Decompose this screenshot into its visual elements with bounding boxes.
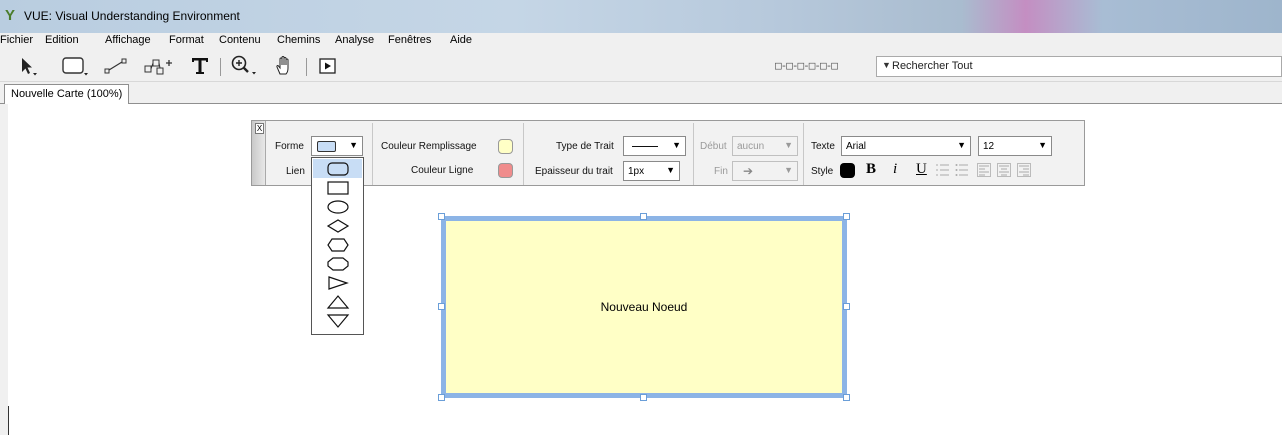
start-label: Début (700, 141, 727, 152)
menu-fichier[interactable]: Fichier (0, 34, 33, 46)
align-left-icon[interactable] (977, 163, 991, 180)
menu-edition[interactable]: Edition (45, 34, 79, 46)
shape-dropdown[interactable]: ▼ (311, 136, 363, 156)
end-label: Fin (714, 166, 728, 177)
style-label: Style (811, 166, 834, 177)
stroke-type-dropdown[interactable]: ▼ (623, 136, 686, 156)
chevron-down-icon: ▼ (784, 165, 793, 175)
text-color-swatch[interactable] (840, 163, 855, 178)
fill-color-label: Couleur Remplissage (381, 141, 477, 152)
search-input[interactable]: ▼ Rechercher Tout (876, 56, 1282, 77)
font-family-value: Arial (846, 141, 867, 152)
map-node[interactable]: Nouveau Noeud (441, 216, 847, 398)
menu-aide[interactable]: Aide (450, 34, 472, 46)
resize-handle[interactable] (640, 394, 647, 401)
arrow-start-value: aucun (737, 141, 765, 152)
arrow-start-dropdown: aucun ▼ (732, 136, 798, 156)
shape-option-ellipse[interactable] (313, 197, 362, 216)
shape-option-hexagon[interactable] (313, 235, 362, 254)
menu-chemins[interactable]: Chemins (277, 34, 320, 46)
layout-buttons-icon[interactable]: □-□-□-□-□-□ (775, 59, 838, 72)
chevron-down-icon: ▼ (957, 140, 966, 150)
resize-handle[interactable] (843, 213, 850, 220)
toolbar-separator (220, 58, 221, 76)
forme-label: Forme (275, 141, 304, 152)
text-caret (8, 406, 9, 435)
shape-option-rounded-rectangle[interactable] (313, 159, 362, 178)
zoom-tool-icon[interactable] (228, 54, 260, 78)
stroke-width-value: 1px (628, 166, 645, 177)
search-dropdown-icon[interactable]: ▼ (882, 60, 891, 70)
shape-dropdown-menu (311, 157, 364, 335)
link-tool-icon[interactable] (102, 54, 130, 78)
hand-pan-icon[interactable] (270, 54, 298, 78)
shape-option-octagon[interactable] (313, 254, 362, 273)
close-icon[interactable]: X (255, 123, 264, 134)
panel-separator (803, 123, 804, 185)
window-title: VUE: Visual Understanding Environment (24, 9, 240, 23)
line-color-label: Couleur Ligne (411, 165, 474, 176)
shape-option-rectangle[interactable] (313, 178, 362, 197)
stroke-type-label: Type de Trait (556, 141, 614, 152)
menu-bar: Fichier Edition Affichage Format Contenu… (0, 33, 1282, 49)
chevron-down-icon: ▼ (1038, 140, 1047, 150)
lien-label: Lien (286, 166, 305, 177)
fill-color-swatch[interactable] (498, 139, 513, 154)
toolbar-separator (306, 58, 307, 76)
search-placeholder: Rechercher Tout (892, 60, 973, 72)
resize-handle[interactable] (843, 303, 850, 310)
italic-button[interactable]: i (893, 161, 897, 178)
text-label: Texte (811, 141, 835, 152)
shape-option-triangle-right[interactable] (313, 273, 362, 292)
node-rectangle-icon[interactable] (58, 54, 90, 78)
arrow-right-icon: ➔ (743, 164, 754, 178)
stroke-width-dropdown[interactable]: 1px ▼ (623, 161, 680, 181)
resize-handle[interactable] (438, 303, 445, 310)
main-toolbar: □-□-□-□-□-□ ▼ Rechercher Tout (0, 49, 1282, 82)
bold-button[interactable]: B (866, 161, 876, 178)
arrow-end-dropdown: ➔ ▼ (732, 161, 798, 181)
vue-logo-icon: Y (5, 7, 16, 24)
resize-handle[interactable] (640, 213, 647, 220)
resize-handle[interactable] (438, 394, 445, 401)
tab-strip: Nouvelle Carte (100%) (0, 82, 1282, 105)
chevron-down-icon: ▼ (349, 140, 358, 150)
menu-analyse[interactable]: Analyse (335, 34, 374, 46)
shape-option-diamond[interactable] (313, 216, 362, 235)
font-family-dropdown[interactable]: Arial ▼ (841, 136, 971, 156)
stroke-width-label: Epaisseur du trait (535, 166, 613, 177)
text-tool-icon[interactable] (186, 54, 214, 78)
format-toolbar: X Forme ▼ Lien Couleur Remplissage Coule… (251, 120, 1085, 186)
bullet-list-icon[interactable] (955, 163, 969, 180)
ontology-link-icon[interactable] (142, 54, 174, 78)
chevron-down-icon: ▼ (672, 140, 681, 150)
line-color-swatch[interactable] (498, 163, 513, 178)
panel-separator (372, 123, 373, 185)
align-right-icon[interactable] (1017, 163, 1031, 180)
resize-handle[interactable] (438, 213, 445, 220)
menu-format[interactable]: Format (169, 34, 204, 46)
node-label[interactable]: Nouveau Noeud (446, 221, 842, 393)
shape-option-triangle-up[interactable] (313, 292, 362, 311)
font-size-value: 12 (983, 141, 995, 152)
selection-arrow-icon[interactable] (14, 54, 42, 78)
menu-affichage[interactable]: Affichage (105, 34, 151, 46)
menu-contenu[interactable]: Contenu (219, 34, 261, 46)
presentation-play-icon[interactable] (314, 54, 342, 78)
shape-preview-icon (317, 141, 336, 152)
underline-button[interactable]: U (916, 161, 927, 178)
numbered-list-icon[interactable] (936, 163, 950, 180)
panel-separator (523, 123, 524, 185)
font-size-dropdown[interactable]: 12 ▼ (978, 136, 1052, 156)
panel-separator (693, 123, 694, 185)
menu-fenetres[interactable]: Fenêtres (388, 34, 431, 46)
resize-handle[interactable] (843, 394, 850, 401)
align-center-icon[interactable] (997, 163, 1011, 180)
chevron-down-icon: ▼ (666, 165, 675, 175)
shape-option-triangle-down[interactable] (313, 311, 362, 330)
solid-line-icon (632, 146, 658, 147)
tab-map[interactable]: Nouvelle Carte (100%) (4, 84, 130, 105)
chevron-down-icon: ▼ (784, 140, 793, 150)
title-bar: Y VUE: Visual Understanding Environment (0, 0, 1282, 33)
